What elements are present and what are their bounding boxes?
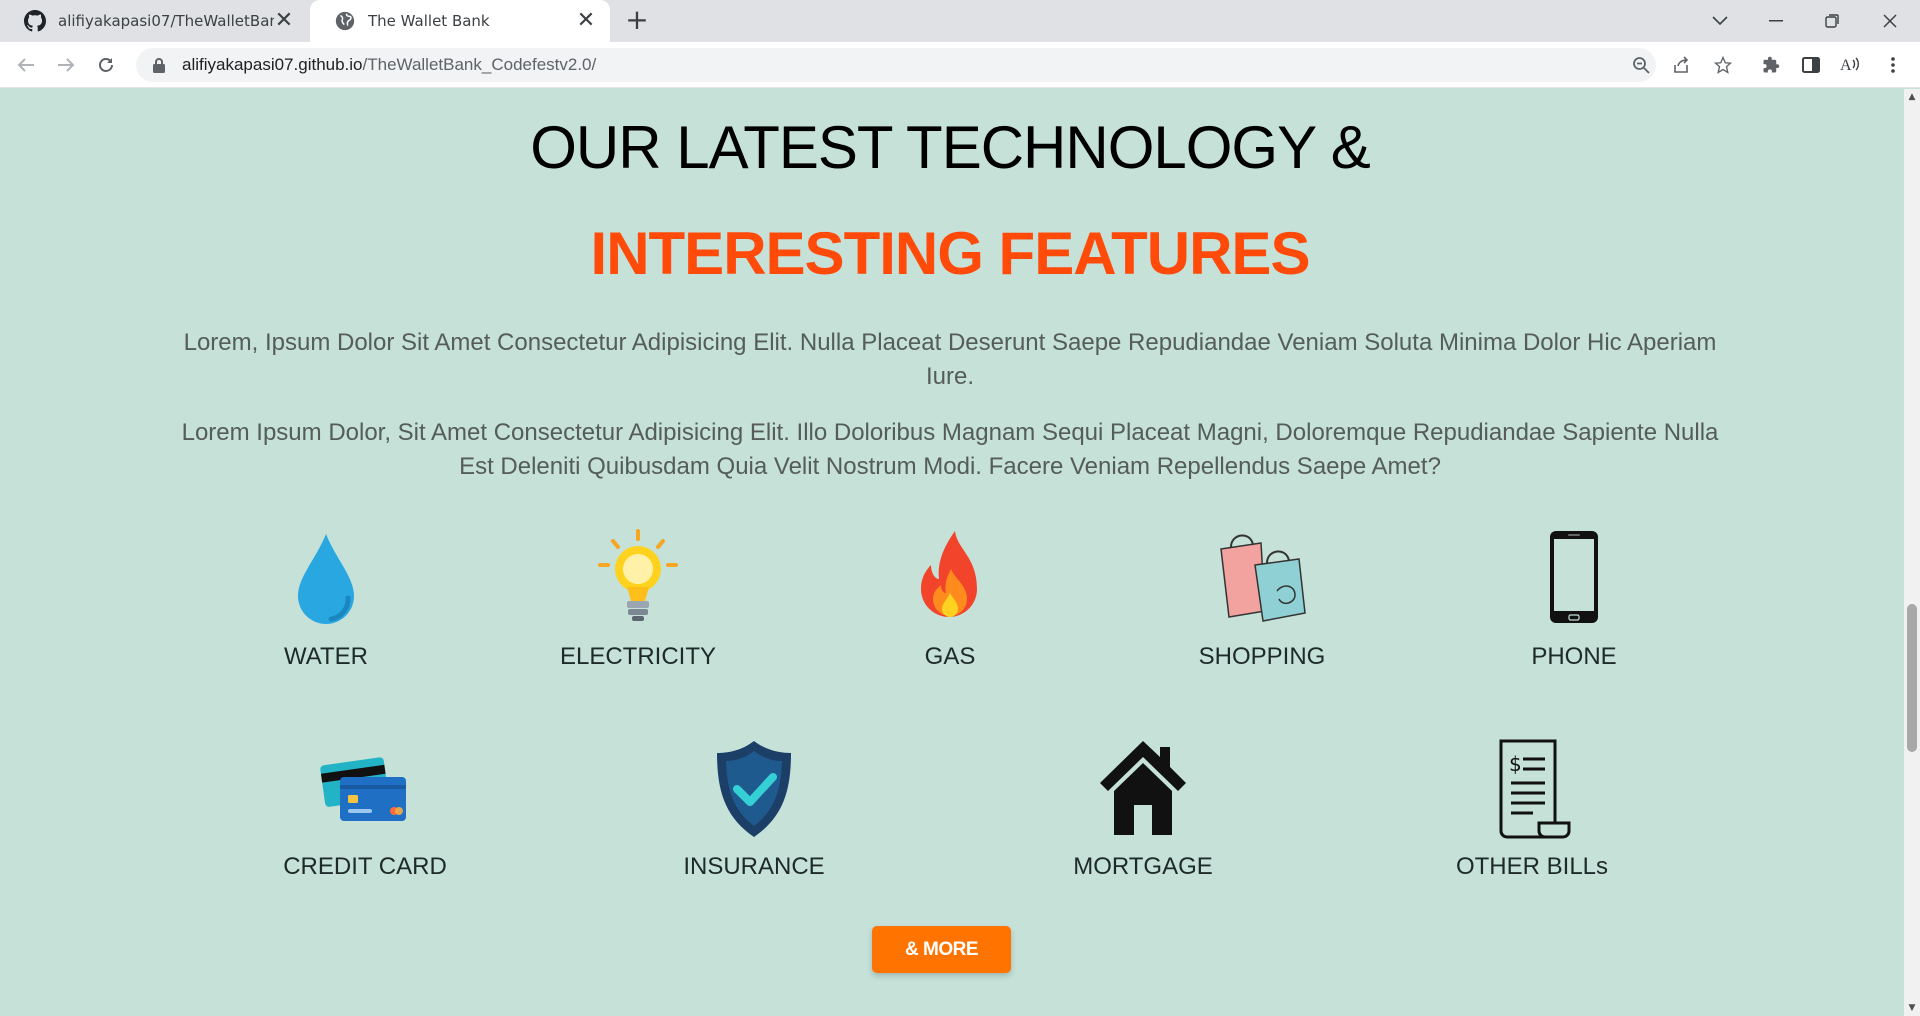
feature-credit-card[interactable]: CREDIT CARD xyxy=(245,739,485,881)
browser-toolbar: alifiyakapasi07.github.io/TheWalletBank_… xyxy=(0,42,1920,88)
close-tab-icon[interactable]: ✕ xyxy=(576,10,596,32)
forward-arrow-icon[interactable] xyxy=(50,49,82,81)
svg-text:$: $ xyxy=(1509,752,1522,776)
flame-icon xyxy=(921,531,977,617)
house-icon xyxy=(1100,741,1186,835)
tab-title: alifiyakapasi07/TheWalletBank_Co xyxy=(58,12,274,30)
tab-wallet-bank[interactable]: The Wallet Bank ✕ xyxy=(310,0,610,42)
tab-search-icon[interactable] xyxy=(1692,0,1748,42)
feature-label: OTHER BILLs xyxy=(1455,853,1609,880)
url-text: alifiyakapasi07.github.io/TheWalletBank_… xyxy=(182,55,596,75)
section-subtitle: INTERESTING FEATURES xyxy=(590,220,1311,287)
github-icon xyxy=(24,10,46,32)
tab-strip: alifiyakapasi07/TheWalletBank_Co ✕ The W… xyxy=(0,0,1920,42)
feature-water[interactable]: WATER xyxy=(206,529,446,671)
feature-label: INSURANCE xyxy=(683,853,825,880)
bookmark-star-icon[interactable] xyxy=(1706,48,1740,82)
feature-label: WATER xyxy=(284,643,368,670)
page-content: OUR LATEST TECHNOLOGY & INTERESTING FEAT… xyxy=(0,89,1904,1016)
feature-insurance[interactable]: INSURANCE xyxy=(634,739,874,881)
feature-gas[interactable]: GAS xyxy=(830,529,1070,671)
scroll-down-arrow-icon[interactable]: ▼ xyxy=(1904,1000,1920,1016)
shopping-bags-icon xyxy=(1220,534,1306,622)
water-drop-icon xyxy=(298,534,354,624)
menu-dots-icon[interactable] xyxy=(1876,48,1910,82)
phone-icon xyxy=(1550,531,1598,623)
restore-icon[interactable] xyxy=(1804,0,1860,42)
feature-mortgage[interactable]: MORTGAGE xyxy=(1023,739,1263,881)
feature-phone[interactable]: PHONE xyxy=(1454,529,1694,671)
side-panel-icon[interactable] xyxy=(1794,48,1828,82)
feature-label: ELECTRICITY xyxy=(559,643,717,670)
close-tab-icon[interactable]: ✕ xyxy=(274,10,294,32)
section-title: OUR LATEST TECHNOLOGY & xyxy=(530,114,1370,181)
new-tab-button[interactable]: + xyxy=(622,6,652,36)
intro-paragraph: Lorem, Ipsum Dolor Sit Amet Consectetur … xyxy=(183,329,1717,390)
reload-icon[interactable] xyxy=(90,49,122,81)
feature-label: GAS xyxy=(924,643,976,670)
svg-text:A: A xyxy=(1840,57,1852,74)
lock-icon xyxy=(153,58,165,73)
intro-paragraph: Lorem Ipsum Dolor, Sit Amet Consectetur … xyxy=(181,419,1719,480)
feature-other-bills[interactable]: $ OTHER BILLs xyxy=(1412,739,1652,881)
tab-github-repo[interactable]: alifiyakapasi07/TheWalletBank_Co ✕ xyxy=(0,0,308,42)
read-aloud-icon[interactable]: A xyxy=(1834,48,1868,82)
feature-label: MORTGAGE xyxy=(1073,853,1213,880)
back-arrow-icon[interactable] xyxy=(10,49,42,81)
url-path: /TheWalletBank_Codefestv2.0/ xyxy=(362,55,597,74)
scrollbar-thumb[interactable] xyxy=(1907,604,1917,752)
url-domain: alifiyakapasi07.github.io xyxy=(182,55,363,74)
globe-icon xyxy=(335,11,355,31)
share-icon[interactable] xyxy=(1664,48,1698,82)
feature-electricity[interactable]: ELECTRICITY xyxy=(518,529,758,671)
shield-check-icon xyxy=(717,741,791,837)
feature-label: PHONE xyxy=(1531,643,1617,670)
zoom-icon[interactable] xyxy=(1624,48,1658,82)
close-window-icon[interactable] xyxy=(1862,0,1918,42)
tab-title: The Wallet Bank xyxy=(368,12,490,30)
feature-label: SHOPPING xyxy=(1198,643,1326,670)
light-bulb-icon xyxy=(598,529,678,621)
feature-label: CREDIT CARD xyxy=(283,853,447,880)
more-features-button[interactable]: & MORE xyxy=(872,926,1011,973)
extensions-icon[interactable] xyxy=(1754,48,1788,82)
scroll-up-arrow-icon[interactable]: ▲ xyxy=(1904,89,1920,105)
credit-card-icon xyxy=(320,757,406,821)
feature-shopping[interactable]: SHOPPING xyxy=(1142,529,1382,671)
bill-receipt-icon: $ xyxy=(1499,739,1571,839)
minimize-icon[interactable] xyxy=(1748,0,1804,42)
page-scrollbar[interactable]: ▲ ▼ xyxy=(1904,89,1920,1016)
address-bar[interactable]: alifiyakapasi07.github.io/TheWalletBank_… xyxy=(136,48,1656,82)
